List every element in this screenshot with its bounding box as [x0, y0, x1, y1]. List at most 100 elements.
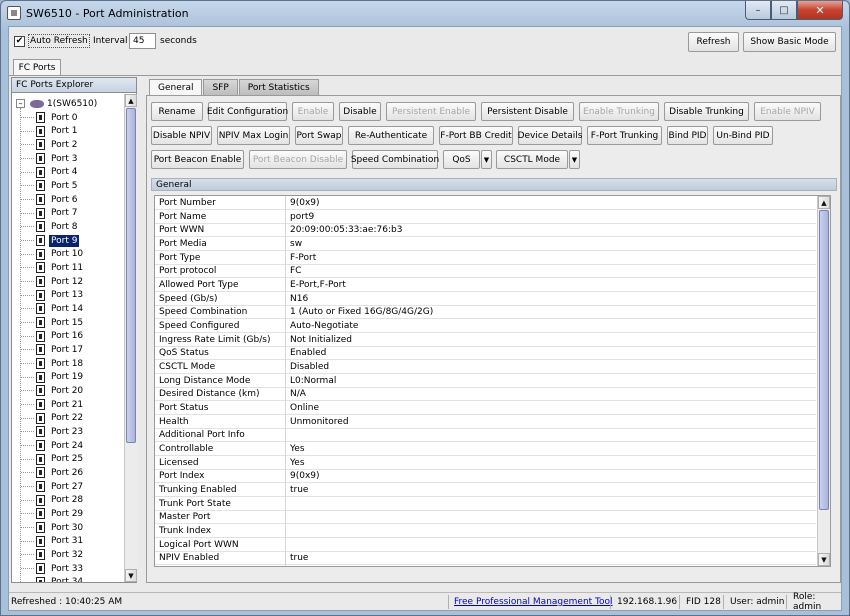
tree-root-switch[interactable]: – 1(SW6510) [16, 97, 97, 110]
tree-item-port-2[interactable]: Port 2 [20, 138, 79, 151]
tree-item-port-23[interactable]: Port 23 [20, 425, 85, 438]
chevron-down-icon[interactable]: ▼ [569, 150, 580, 169]
tab-port-statistics[interactable]: Port Statistics [238, 79, 319, 95]
npiv-max-login-button[interactable]: NPIV Max Login [217, 126, 290, 145]
management-tool-link[interactable]: Free Professional Management Tool [454, 593, 613, 611]
scroll-down-icon[interactable]: ▼ [125, 569, 137, 582]
tab-general[interactable]: General [149, 79, 203, 96]
tree-item-port-4[interactable]: Port 4 [20, 166, 79, 179]
persistent-disable-button[interactable]: Persistent Disable [481, 102, 574, 121]
maximize-button[interactable]: □ [771, 1, 797, 20]
property-row-trunking-enabled[interactable]: Trunking Enabled true [155, 483, 816, 498]
property-scrollbar[interactable]: ▲ ▼ [817, 196, 830, 566]
property-row-long-distance-mode[interactable]: Long Distance Mode L0:Normal [155, 374, 816, 388]
qos-button[interactable]: QoS [443, 150, 480, 169]
property-row-port-number[interactable]: Port Number 9(0x9) [155, 196, 816, 210]
property-row-port-status[interactable]: Port Status Online [155, 401, 816, 416]
device-details-button[interactable]: Device Details [518, 126, 582, 145]
property-row-npiv-enabled[interactable]: NPIV Enabled true [155, 551, 816, 566]
auto-refresh-checkbox[interactable]: ✔ [14, 36, 25, 47]
tree-item-port-16[interactable]: Port 16 [20, 330, 85, 343]
property-row-trunk-port-state[interactable]: Trunk Port State [155, 497, 816, 511]
csctl-mode-button[interactable]: CSCTL Mode [496, 150, 568, 169]
show-basic-mode-button[interactable]: Show Basic Mode [743, 32, 836, 52]
tab-sfp[interactable]: SFP [203, 79, 238, 95]
disable-button[interactable]: Disable [339, 102, 381, 121]
tree-item-port-34[interactable]: Port 34 [20, 576, 85, 582]
property-row-qos-status[interactable]: QoS Status Enabled [155, 346, 816, 361]
port-swap-button[interactable]: Port Swap [295, 126, 343, 145]
tree-item-port-14[interactable]: Port 14 [20, 302, 85, 315]
tree-item-port-9[interactable]: Port 9 [20, 234, 80, 247]
f-port-trunking-button[interactable]: F-Port Trunking [587, 126, 662, 145]
tree-item-port-5[interactable]: Port 5 [20, 179, 79, 192]
property-row-allowed-port-type[interactable]: Allowed Port Type E-Port,F-Port [155, 278, 816, 293]
property-row-ingress-rate-limit-gb-s[interactable]: Ingress Rate Limit (Gb/s) Not Initialized [155, 333, 816, 347]
property-row-licensed[interactable]: Licensed Yes [155, 456, 816, 470]
rename-button[interactable]: Rename [151, 102, 203, 121]
tree-item-port-0[interactable]: Port 0 [20, 111, 79, 124]
tree-item-port-12[interactable]: Port 12 [20, 275, 85, 288]
tree-item-port-10[interactable]: Port 10 [20, 248, 85, 261]
tree-item-port-29[interactable]: Port 29 [20, 507, 85, 520]
edit-configuration-button[interactable]: Edit Configuration [207, 102, 288, 121]
property-row-port-media[interactable]: Port Media sw [155, 237, 816, 251]
property-row-port-name[interactable]: Port Name port9 [155, 210, 816, 224]
tree-item-port-33[interactable]: Port 33 [20, 562, 85, 575]
enable-trunking-button[interactable]: Enable Trunking [579, 102, 659, 121]
tree-item-port-26[interactable]: Port 26 [20, 466, 85, 479]
scroll-thumb[interactable] [126, 108, 136, 443]
tab-fc-ports[interactable]: FC Ports [13, 59, 61, 76]
tree-item-port-30[interactable]: Port 30 [20, 521, 85, 534]
enable-button[interactable]: Enable [292, 102, 334, 121]
scroll-up-icon[interactable]: ▲ [125, 94, 137, 107]
property-row-additional-port-info[interactable]: Additional Port Info [155, 428, 816, 443]
scroll-thumb[interactable] [819, 210, 829, 510]
tree-item-port-22[interactable]: Port 22 [20, 412, 85, 425]
property-row-desired-distance-km[interactable]: Desired Distance (km) N/A [155, 387, 816, 402]
disable-npiv-button[interactable]: Disable NPIV [151, 126, 212, 145]
scroll-up-icon[interactable]: ▲ [818, 196, 830, 209]
tree-item-port-32[interactable]: Port 32 [20, 548, 85, 561]
tree-item-port-31[interactable]: Port 31 [20, 535, 85, 548]
tree-item-port-3[interactable]: Port 3 [20, 152, 79, 165]
scroll-down-icon[interactable]: ▼ [818, 553, 830, 566]
speed-combination-button[interactable]: Speed Combination [351, 150, 439, 169]
tree-item-port-20[interactable]: Port 20 [20, 384, 85, 397]
property-row-port-index[interactable]: Port Index 9(0x9) [155, 469, 816, 484]
tree-item-port-11[interactable]: Port 11 [20, 261, 85, 274]
tree-item-port-8[interactable]: Port 8 [20, 220, 79, 233]
tree-item-port-27[interactable]: Port 27 [20, 480, 85, 493]
tree-item-port-18[interactable]: Port 18 [20, 357, 85, 370]
auto-refresh-label[interactable]: Auto Refresh [28, 34, 90, 48]
property-row-logical-port-wwn[interactable]: Logical Port WWN [155, 538, 816, 552]
un-bind-pid-button[interactable]: Un-Bind PID [713, 126, 773, 145]
tree-item-port-28[interactable]: Port 28 [20, 494, 85, 507]
property-row-port-type[interactable]: Port Type F-Port [155, 251, 816, 265]
property-row-trunk-index[interactable]: Trunk Index [155, 524, 816, 539]
port-beacon-enable-button[interactable]: Port Beacon Enable [151, 150, 244, 169]
collapse-icon[interactable]: – [16, 99, 25, 108]
tree-item-port-24[interactable]: Port 24 [20, 439, 85, 452]
property-row-port-wwn[interactable]: Port WWN 20:09:00:05:33:ae:76:b3 [155, 223, 816, 238]
tree-item-port-25[interactable]: Port 25 [20, 453, 85, 466]
tree-item-port-6[interactable]: Port 6 [20, 193, 79, 206]
chevron-down-icon[interactable]: ▼ [481, 150, 492, 169]
interval-input[interactable] [129, 33, 156, 49]
tree-item-port-17[interactable]: Port 17 [20, 343, 85, 356]
enable-npiv-button[interactable]: Enable NPIV [754, 102, 821, 121]
explorer-scrollbar[interactable]: ▲ ▼ [124, 94, 137, 582]
property-row-controllable[interactable]: Controllable Yes [155, 442, 816, 457]
property-row-health[interactable]: Health Unmonitored [155, 415, 816, 429]
property-row-speed-configured[interactable]: Speed Configured Auto-Negotiate [155, 319, 816, 334]
tree-item-port-21[interactable]: Port 21 [20, 398, 85, 411]
minimize-button[interactable]: – [745, 1, 771, 20]
property-row-speed-gb-s[interactable]: Speed (Gb/s) N16 [155, 292, 816, 306]
close-button[interactable]: ✕ [797, 1, 843, 20]
property-row-csctl-mode[interactable]: CSCTL Mode Disabled [155, 360, 816, 375]
bind-pid-button[interactable]: Bind PID [667, 126, 708, 145]
tree-item-port-13[interactable]: Port 13 [20, 289, 85, 302]
port-beacon-disable-button[interactable]: Port Beacon Disable [249, 150, 347, 169]
tree-item-port-19[interactable]: Port 19 [20, 371, 85, 384]
property-row-speed-combination[interactable]: Speed Combination 1 (Auto or Fixed 16G/8G… [155, 305, 816, 320]
